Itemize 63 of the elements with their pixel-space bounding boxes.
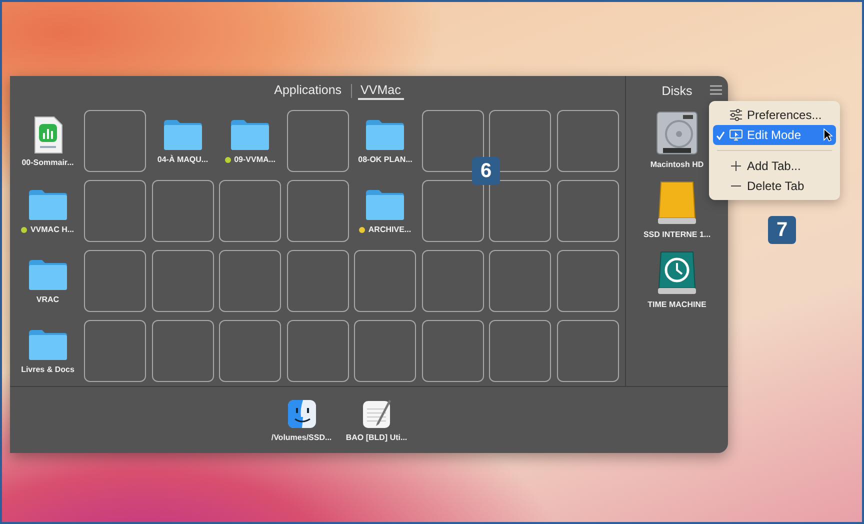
folder-icon <box>229 118 272 151</box>
empty-slot[interactable] <box>556 180 619 242</box>
app-label[interactable]: BAO [BLD] Uti... <box>346 432 408 442</box>
empty-slot[interactable] <box>556 110 619 172</box>
checkmark-icon <box>716 130 725 140</box>
empty-slot[interactable] <box>556 320 619 382</box>
empty-slot[interactable] <box>84 320 146 382</box>
empty-slot[interactable] <box>152 180 214 242</box>
folder-icon <box>162 118 204 151</box>
sliders-icon <box>729 109 743 121</box>
item-label[interactable]: ARCHIVE... <box>359 225 412 234</box>
empty-slot[interactable] <box>219 250 282 312</box>
empty-slot[interactable] <box>84 250 146 312</box>
disk-label[interactable]: TIME MACHINE <box>648 300 706 309</box>
empty-slot[interactable] <box>422 250 484 312</box>
empty-slot[interactable] <box>152 250 214 312</box>
empty-slot[interactable] <box>219 180 282 242</box>
mouse-pointer-icon <box>823 128 833 142</box>
item-label[interactable]: 04-À MAQU... <box>157 155 208 164</box>
empty-slot[interactable] <box>556 250 619 312</box>
tab[interactable]: VVMac <box>358 82 404 100</box>
empty-slot[interactable] <box>152 320 214 382</box>
folder-icon <box>364 118 406 151</box>
item-label[interactable]: Livres & Docs <box>21 365 74 374</box>
menu-icon[interactable] <box>710 85 722 95</box>
menu-item[interactable]: Add Tab... <box>713 156 836 176</box>
empty-slot[interactable] <box>286 180 349 242</box>
menu-item[interactable]: Preferences... <box>713 105 836 125</box>
empty-slot[interactable] <box>286 320 349 382</box>
folder-icon <box>26 188 69 221</box>
disk-label[interactable]: Macintosh HD <box>650 160 704 169</box>
empty-slot[interactable] <box>354 320 416 382</box>
empty-slot[interactable] <box>354 250 416 312</box>
callout-number: 6 <box>472 157 500 185</box>
item-label[interactable]: VRAC <box>36 295 60 304</box>
empty-slot[interactable] <box>84 110 146 172</box>
empty-slot[interactable] <box>219 320 282 382</box>
empty-slot[interactable] <box>84 180 146 242</box>
plus-icon <box>729 160 743 172</box>
item-label[interactable]: 08-OK PLAN... <box>358 155 412 164</box>
menu-item[interactable]: Delete Tab <box>713 176 836 196</box>
notepad-pen-app-icon[interactable] <box>362 398 392 428</box>
menu-item[interactable]: Edit Mode <box>713 125 836 145</box>
folder-icon <box>364 188 406 221</box>
tab[interactable]: Applications <box>271 82 345 100</box>
empty-slot[interactable] <box>422 320 484 382</box>
callout-number: 7 <box>768 216 796 244</box>
item-label[interactable]: VVMAC H... <box>21 225 74 234</box>
folder-icon <box>26 258 69 291</box>
empty-slot[interactable] <box>489 250 552 312</box>
item-label[interactable]: 09-VVMA... <box>225 155 276 164</box>
external-disk-icon <box>655 180 699 226</box>
empty-slot[interactable] <box>286 250 349 312</box>
app-label[interactable]: /Volumes/SSD... <box>271 432 332 442</box>
sidebar-title: Disks <box>662 84 692 98</box>
disk-label[interactable]: SSD INTERNE 1... <box>643 230 711 239</box>
spreadsheet-document-icon <box>32 116 63 154</box>
empty-slot[interactable] <box>489 320 552 382</box>
smiling-face-app-icon[interactable] <box>286 398 316 428</box>
item-label[interactable]: 00-Sommair... <box>22 158 74 166</box>
folder-icon <box>26 328 69 361</box>
monitor-icon <box>729 129 743 141</box>
empty-slot[interactable] <box>286 110 349 172</box>
